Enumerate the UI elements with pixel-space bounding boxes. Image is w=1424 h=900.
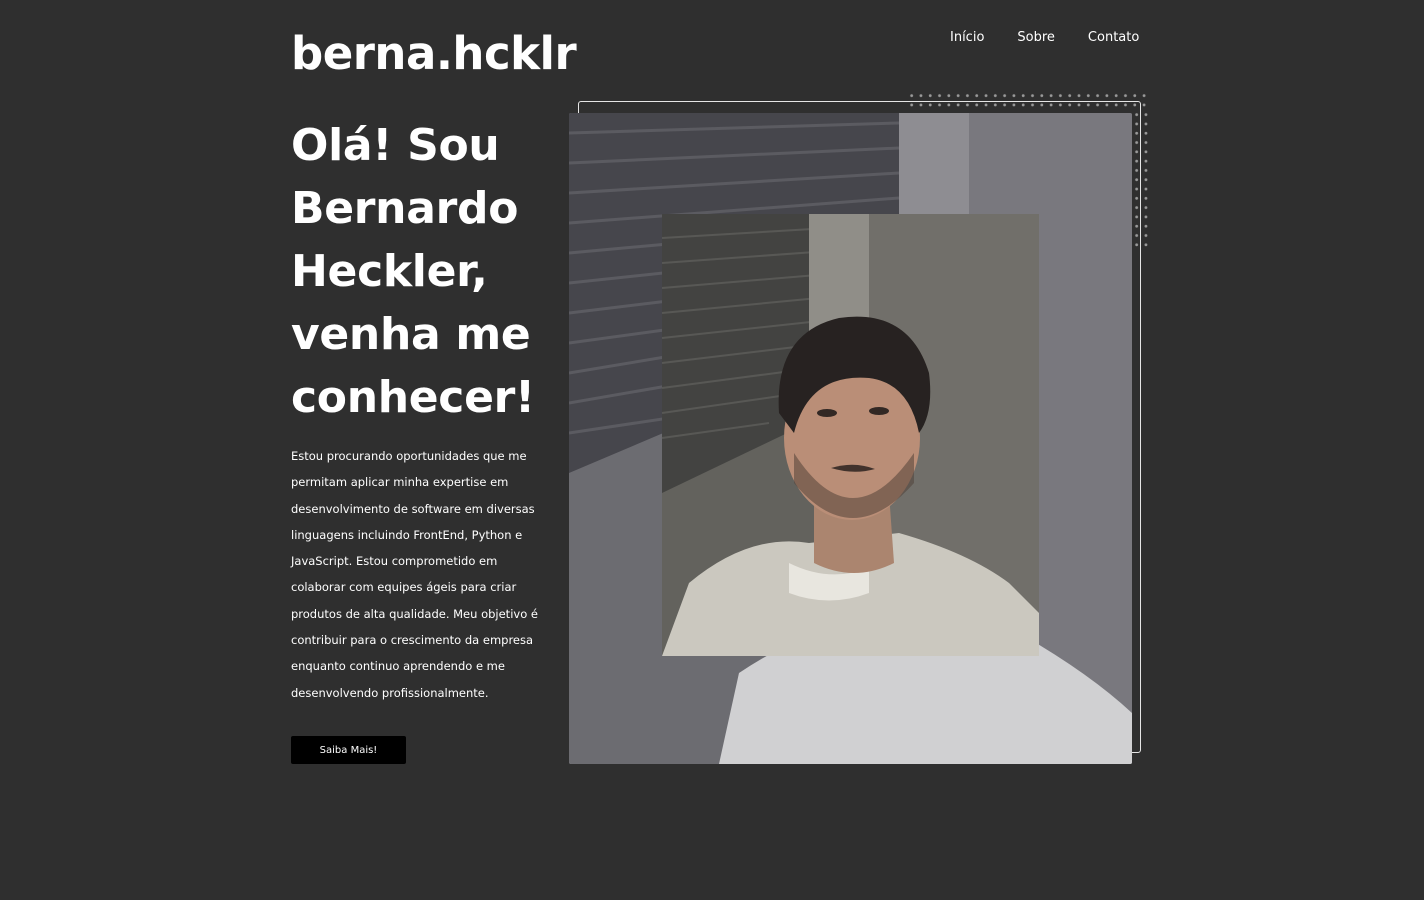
nav-link-contato[interactable]: Contato bbox=[1088, 30, 1139, 46]
dot-pattern-side bbox=[1132, 110, 1151, 248]
page: berna.hcklr Início Sobre Contato Olá! So… bbox=[0, 0, 1424, 900]
hero-description: Estou procurando oportunidades que me pe… bbox=[291, 449, 538, 700]
nav-link-inicio[interactable]: Início bbox=[950, 30, 984, 46]
hero-title: Olá! Sou Bernardo Heckler, venha me conh… bbox=[291, 120, 535, 423]
main-nav: Início Sobre Contato bbox=[950, 30, 1139, 46]
nav-link-sobre[interactable]: Sobre bbox=[1017, 30, 1055, 46]
saiba-mais-button[interactable]: Saiba Mais! bbox=[291, 736, 406, 764]
profile-photo bbox=[569, 113, 1132, 764]
dot-pattern-top bbox=[907, 91, 1151, 110]
site-logo[interactable]: berna.hcklr bbox=[291, 24, 577, 84]
